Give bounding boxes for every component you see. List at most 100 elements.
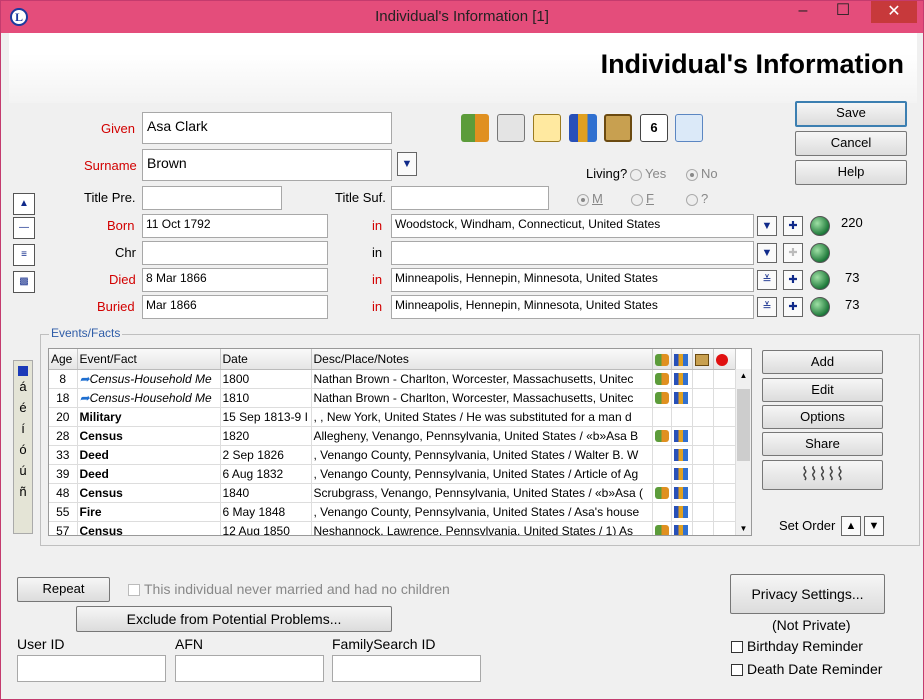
living-label: Living? [586,166,628,181]
table-row[interactable]: 20 Military 15 Sep 1813-9 I, , New York, U… [49,407,736,427]
multimedia-icon[interactable] [604,114,632,142]
title-suf-input[interactable] [391,186,549,210]
tasks-icon[interactable] [675,114,703,142]
notes-icon[interactable] [533,114,561,142]
table-row[interactable]: 48 Census 1840 Scrubgrass, Venango, Pennsyl… [49,483,736,503]
repeat-button[interactable]: Repeat [17,577,110,602]
table-row[interactable]: 18 ➦Census-Household Me 1810 Nathan Brown -… [49,388,736,408]
table-vertical-scrollbar[interactable]: ▲ ▼ [735,369,751,535]
sources-icon[interactable] [569,114,597,142]
surname-input[interactable]: Brown [142,149,392,181]
column-header-date[interactable]: Date [220,349,312,370]
chr-globe-icon[interactable] [810,243,830,263]
cancel-button[interactable]: Cancel [795,131,907,156]
born-place-dropdown[interactable]: ▼ [757,216,777,236]
birthday-reminder-checkbox[interactable]: Birthday Reminder [731,638,863,654]
chr-place-dropdown[interactable]: ▼ [757,243,777,263]
accent-n[interactable]: ñ [14,481,32,502]
living-no-radio[interactable]: No [686,166,718,181]
column-header-age[interactable]: Age [49,349,78,370]
column-header-media[interactable] [692,349,714,370]
column-header-desc[interactable]: Desc/Place/Notes [311,349,653,370]
sex-f-radio[interactable]: F [631,191,654,206]
add-fact-button[interactable]: Add [762,350,883,374]
accent-u[interactable]: ú [14,460,32,481]
table-row[interactable]: 39 Deed 6 Aug 1832, Venango County, Pennsy… [49,464,736,484]
column-header-problems[interactable] [713,349,736,370]
sex-unknown-radio[interactable]: ? [686,191,708,206]
buried-place-input[interactable]: Minneapolis, Hennepin, Minnesota, United… [391,295,754,319]
dna-button[interactable]: ⌇⌇⌇⌇⌇ [762,460,883,490]
collapse-icon[interactable]: — [13,217,35,239]
familysearch-id-input[interactable] [332,655,481,682]
chr-in-label: in [372,245,383,260]
scroll-up-icon[interactable]: ▲ [736,371,751,380]
accent-a[interactable]: á [14,376,32,397]
help-button[interactable]: Help [795,160,907,185]
scroll-down-icon[interactable]: ▼ [736,524,751,533]
save-button[interactable]: Save [795,101,907,127]
sources-cell [671,502,693,522]
table-row[interactable]: 33 Deed 2 Sep 1826, Venango County, Pennsy… [49,445,736,465]
minimize-button[interactable]: – [789,1,817,23]
death-reminder-label: Death Date Reminder [747,661,883,677]
accent-i[interactable]: í [14,418,32,439]
chr-add-button[interactable]: ✚ [783,243,803,263]
order-down-button[interactable]: ▼ [864,516,884,536]
maximize-button[interactable]: ☐ [829,1,857,23]
given-input[interactable]: Asa Clark [142,112,392,144]
living-yes-radio[interactable]: Yes [630,166,666,181]
buried-place-dropdown[interactable]: ≚ [757,297,777,317]
accent-o[interactable]: ó [14,439,32,460]
afn-input[interactable] [175,655,324,682]
title-pre-input[interactable] [142,186,282,210]
accent-toggle-icon[interactable] [18,366,28,376]
user-id-input[interactable] [17,655,166,682]
born-date-input[interactable]: 11 Oct 1792 [142,214,328,238]
died-place-dropdown[interactable]: ≚ [757,270,777,290]
surname-dropdown-button[interactable]: ▼ [397,152,417,176]
table-row[interactable]: 8 ➦Census-Household Me 1800 Nathan Brown - … [49,369,736,389]
buried-globe-icon[interactable] [810,297,830,317]
edit-fact-button[interactable]: Edit [762,378,883,402]
died-globe-icon[interactable] [810,270,830,290]
home-address-icon[interactable] [497,114,525,142]
accent-e[interactable]: é [14,397,32,418]
list-icon[interactable]: ≡ [13,244,35,266]
born-add-button[interactable]: ✚ [783,216,803,236]
column-header-sources[interactable] [671,349,693,370]
calendar-icon[interactable]: 6 [640,114,668,142]
privacy-settings-button[interactable]: Privacy Settings... [730,574,885,614]
never-married-checkbox[interactable]: This individual never married and had no… [128,581,450,597]
close-button[interactable]: ✕ [871,1,917,23]
sex-m-radio[interactable]: M [577,191,603,206]
options-button[interactable]: Options [762,405,883,429]
born-globe-icon[interactable] [810,216,830,236]
people-cell [652,521,672,535]
table-row[interactable]: 57 Census 12 Aug 1850 Neshannock, Lawrence,… [49,521,736,535]
move-up-icon[interactable]: ▲ [13,193,35,215]
column-header-event[interactable]: Event/Fact [77,349,221,370]
problems-cell [713,464,736,484]
born-place-input[interactable]: Woodstock, Windham, Connecticut, United … [391,214,754,238]
buried-date-input[interactable]: Mar 1866 [142,295,328,319]
share-button[interactable]: Share [762,432,883,456]
death-reminder-checkbox[interactable]: Death Date Reminder [731,661,882,677]
chr-date-input[interactable] [142,241,328,265]
grid-icon[interactable]: ▩ [13,271,35,293]
died-add-button[interactable]: ✚ [783,270,803,290]
problems-cell [713,521,736,535]
order-up-button[interactable]: ▲ [841,516,861,536]
column-header-people[interactable] [652,349,672,370]
table-row[interactable]: 28 Census 1820 Allegheny, Venango, Pennsylv… [49,426,736,446]
died-place-input[interactable]: Minneapolis, Hennepin, Minnesota, United… [391,268,754,292]
chr-place-input[interactable] [391,241,754,265]
events-facts-table[interactable]: Age Event/Fact Date Desc/Place/Notes 8 ➦C… [48,348,752,536]
table-row[interactable]: 55 Fire 6 May 1848, Venango County, Pennsy… [49,502,736,522]
title-suf-label: Title Suf. [335,190,386,205]
family-icon[interactable] [461,114,489,142]
scroll-thumb[interactable] [737,389,750,461]
died-date-input[interactable]: 8 Mar 1866 [142,268,328,292]
buried-add-button[interactable]: ✚ [783,297,803,317]
exclude-problems-button[interactable]: Exclude from Potential Problems... [76,606,392,632]
